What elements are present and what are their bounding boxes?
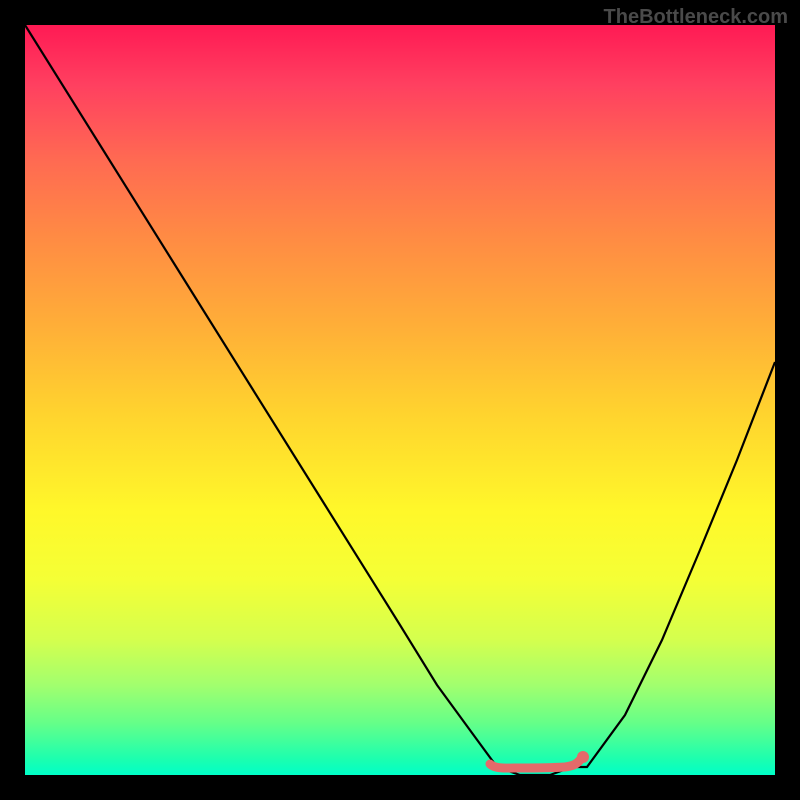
flat-marker-path: [490, 760, 580, 768]
watermark-text: TheBottleneck.com: [604, 6, 788, 29]
plot-area: [25, 25, 775, 775]
chart-svg: [25, 25, 775, 775]
marker-end-dot: [577, 751, 589, 763]
bottleneck-curve-path: [25, 25, 775, 775]
